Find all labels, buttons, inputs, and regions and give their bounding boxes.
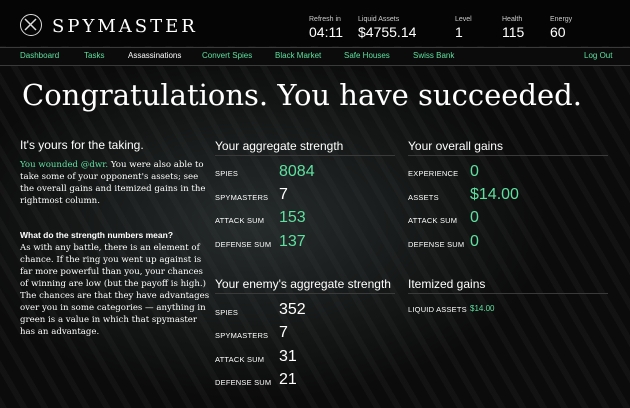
row-label: EXPERIENCE <box>408 169 459 178</box>
stat-liquid-assets: Liquid Assets $4755.14 <box>358 16 416 40</box>
divider <box>215 293 395 294</box>
row-label: DEFENSE SUM <box>408 240 465 249</box>
page-title: Congratulations. You have succeeded. <box>22 78 582 112</box>
divider <box>408 155 608 156</box>
stat-refresh: Refresh in 04:11 <box>309 16 343 40</box>
nav-black-market[interactable]: Black Market <box>275 51 321 60</box>
row-label: ATTACK SUM <box>215 216 265 225</box>
header: SPYMASTER Refresh in 04:11 Liquid Assets… <box>0 0 630 46</box>
stat-health: Health 115 <box>502 16 524 40</box>
row-label: SPYMASTERS <box>215 193 269 202</box>
nav-safe-houses[interactable]: Safe Houses <box>344 51 390 60</box>
stat-level: Level 1 <box>455 16 472 40</box>
nav-dashboard[interactable]: Dashboard <box>20 51 59 60</box>
row-label: SPYMASTERS <box>215 331 269 340</box>
gains-title: Your overall gains <box>408 139 503 153</box>
stat-label: Level <box>455 16 472 23</box>
stat-label: Energy <box>550 16 573 23</box>
stat-label: Refresh in <box>309 16 341 23</box>
row-label: DEFENSE SUM <box>215 240 272 249</box>
wounded-text: You wounded @dwr. <box>20 160 109 170</box>
row-label: ASSETS <box>408 193 439 202</box>
enemy-spies-value: 352 <box>279 301 306 318</box>
row-label: DEFENSE SUM <box>215 378 272 387</box>
stat-label: Liquid Assets <box>358 16 400 23</box>
enemy-spymasters-value: 7 <box>279 324 288 341</box>
gains-assets-value: $14.00 <box>470 186 519 203</box>
strength-help-heading: What do the strength numbers mean? <box>20 230 174 240</box>
row-label: SPIES <box>215 169 239 178</box>
strength-help-text: As with any battle, there is an element … <box>20 243 210 337</box>
gains-attack-value: 0 <box>470 209 479 226</box>
gains-experience-value: 0 <box>470 163 479 180</box>
row-label: ATTACK SUM <box>215 355 265 364</box>
enemy-defense-value: 21 <box>279 371 297 388</box>
stat-value: $4755.14 <box>358 24 417 40</box>
enemy-title: Your enemy's aggregate strength <box>215 277 391 291</box>
divider <box>215 155 395 156</box>
nav-swiss-bank[interactable]: Swiss Bank <box>413 51 454 60</box>
nav-tasks[interactable]: Tasks <box>84 51 104 60</box>
stat-value: 115 <box>502 24 525 40</box>
stat-value: 04:11 <box>309 24 343 40</box>
divider <box>408 293 608 294</box>
aggregate-title: Your aggregate strength <box>215 139 344 153</box>
nav-assassinations[interactable]: Assassinations <box>128 51 181 60</box>
logo-crosshair-icon[interactable] <box>20 14 42 36</box>
aggregate-defense-value: 137 <box>279 233 306 250</box>
nav-logout[interactable]: Log Out <box>584 51 612 60</box>
nav-convert-spies[interactable]: Convert Spies <box>202 51 252 60</box>
stat-label: Health <box>502 16 523 23</box>
row-label: LIQUID ASSETS <box>408 305 467 314</box>
main-nav: Dashboard Tasks Assassinations Convert S… <box>0 47 630 66</box>
result-paragraph: You wounded @dwr. You were also able to … <box>20 159 210 207</box>
row-label: ATTACK SUM <box>408 216 458 225</box>
gains-defense-value: 0 <box>470 233 479 250</box>
aggregate-attack-value: 153 <box>279 209 306 226</box>
enemy-attack-value: 31 <box>279 348 297 365</box>
stat-value: 1 <box>455 24 463 40</box>
brand-name: SPYMASTER <box>52 16 198 37</box>
aggregate-spymasters-value: 7 <box>279 186 288 203</box>
itemized-title: Itemized gains <box>408 277 486 291</box>
row-label: SPIES <box>215 308 239 317</box>
stat-energy: Energy 60 <box>550 16 572 40</box>
itemized-liquid-assets-value: $14.00 <box>470 304 495 313</box>
stat-value: 60 <box>550 24 566 40</box>
intro-heading: It's yours for the taking. <box>20 138 144 152</box>
aggregate-spies-value: 8084 <box>279 163 315 180</box>
